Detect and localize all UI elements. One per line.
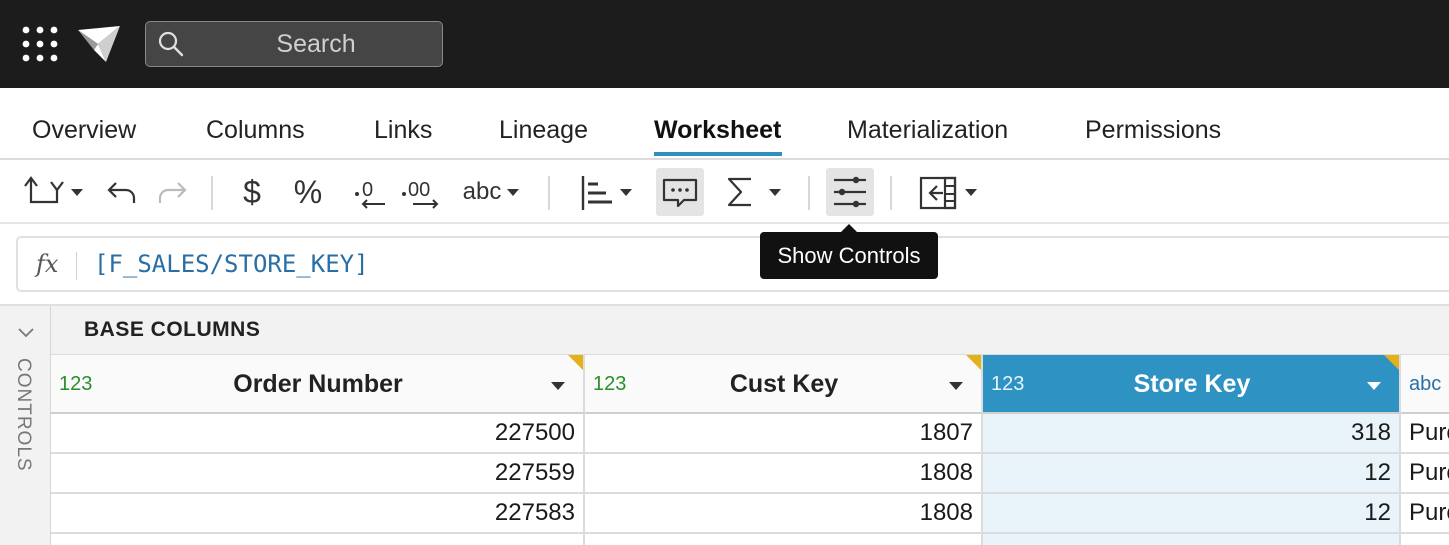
show-controls-button[interactable] — [826, 168, 874, 216]
svg-text:00: 00 — [408, 179, 430, 201]
table-row-partial — [1401, 534, 1449, 545]
increase-decimals-icon: 00 — [399, 172, 443, 212]
active-tab-indicator — [654, 152, 782, 156]
refresh-menu-button[interactable] — [16, 168, 88, 216]
toolbar-divider — [548, 176, 550, 210]
table-cell[interactable]: Purc — [1401, 414, 1449, 454]
formula-bar[interactable]: fx [F_SALES/STORE_KEY] — [16, 236, 1449, 292]
toolbar-divider — [890, 176, 892, 210]
tab-materialization[interactable]: Materialization — [847, 116, 1008, 145]
chevron-down-icon — [17, 326, 35, 344]
table-row-partial — [585, 534, 983, 545]
column-flag-icon — [966, 355, 981, 370]
table-cell[interactable]: Purc — [1401, 494, 1449, 534]
sigma-sum-icon — [725, 175, 755, 209]
column-name: Order Number — [233, 370, 403, 398]
number-type-icon: 123 — [593, 373, 627, 395]
tab-overview[interactable]: Overview — [32, 116, 136, 145]
table-row-partial — [51, 534, 585, 545]
currency-format-button[interactable]: $ — [230, 168, 274, 216]
fx-icon: fx — [36, 250, 59, 278]
refresh-icon — [21, 172, 65, 212]
table-cell[interactable]: 12 — [983, 454, 1401, 494]
controls-sliders-icon — [832, 172, 868, 212]
text-format-label: abc — [462, 178, 502, 205]
tab-worksheet[interactable]: Worksheet — [654, 116, 781, 145]
toolbar-divider — [808, 176, 810, 210]
worksheet-grid-area: CONTROLS BASE COLUMNS 123 Order Number 1… — [0, 304, 1449, 545]
tab-permissions[interactable]: Permissions — [1085, 116, 1221, 145]
chevron-down-icon[interactable] — [949, 382, 963, 390]
search-icon — [158, 31, 184, 57]
increase-decimals-button[interactable]: 00 — [398, 168, 444, 216]
svg-text:0: 0 — [362, 179, 373, 201]
table-cell[interactable]: 227559 — [51, 454, 585, 494]
table-row-partial — [983, 534, 1401, 545]
formula-input[interactable]: [F_SALES/STORE_KEY] — [94, 250, 369, 278]
currency-label: $ — [243, 173, 261, 210]
text-format-menu-button[interactable]: abc — [454, 168, 528, 216]
table-cell[interactable]: 12 — [983, 494, 1401, 534]
summary-menu-button[interactable] — [718, 168, 788, 216]
align-menu-button[interactable] — [570, 168, 640, 216]
decrease-decimals-icon: 0 — [349, 172, 389, 212]
column-name: Cust Key — [729, 370, 839, 398]
comments-button[interactable] — [656, 168, 704, 216]
table-cell[interactable]: 1808 — [585, 494, 983, 534]
column-header-cust-key[interactable]: 123 Cust Key — [585, 354, 983, 414]
undo-button[interactable] — [102, 168, 142, 216]
tab-columns[interactable]: Columns — [206, 116, 305, 145]
tab-links[interactable]: Links — [374, 116, 432, 145]
column-header-order-number[interactable]: 123 Order Number — [51, 354, 585, 414]
chevron-down-icon — [620, 188, 632, 196]
column-panel-menu-button[interactable] — [910, 168, 982, 216]
tab-bar: Overview Columns Links Lineage Worksheet… — [0, 88, 1449, 160]
search-box[interactable] — [145, 21, 443, 67]
controls-panel-toggle[interactable]: CONTROLS — [0, 306, 51, 545]
chevron-down-icon — [71, 188, 83, 196]
top-bar — [0, 0, 1449, 88]
chevron-down-icon — [507, 188, 520, 196]
column-name: Store Key — [1133, 370, 1251, 398]
table-cell[interactable]: 1808 — [585, 454, 983, 494]
controls-label: CONTROLS — [13, 358, 34, 472]
search-input[interactable] — [206, 28, 426, 60]
formula-divider — [76, 252, 77, 280]
column-panel-icon — [915, 172, 959, 212]
column-flag-icon — [568, 355, 583, 370]
sigma-logo-icon[interactable] — [76, 24, 122, 64]
number-type-icon: 123 — [59, 373, 93, 395]
grid-apps-icon[interactable] — [22, 26, 58, 62]
table-cell[interactable]: 227583 — [51, 494, 585, 534]
table-cell[interactable]: Purc — [1401, 454, 1449, 494]
percent-format-button[interactable]: % — [286, 168, 330, 216]
toolbar-divider — [211, 176, 213, 210]
tab-lineage[interactable]: Lineage — [499, 116, 588, 145]
column-flag-icon — [1384, 355, 1399, 370]
table-cell[interactable]: 1807 — [585, 414, 983, 454]
redo-icon — [156, 177, 188, 207]
chevron-down-icon[interactable] — [1367, 382, 1381, 390]
chevron-down-icon[interactable] — [551, 382, 565, 390]
decrease-decimals-button[interactable]: 0 — [346, 168, 392, 216]
section-title: BASE COLUMNS — [84, 318, 261, 341]
comment-icon — [660, 172, 700, 212]
toolbar: $ % 0 00 abc — [0, 160, 1449, 224]
percent-label: % — [293, 173, 323, 210]
column-header-text[interactable]: abc — [1401, 354, 1449, 414]
chevron-down-icon — [965, 188, 977, 196]
number-type-icon: 123 — [991, 373, 1025, 395]
column-header-store-key[interactable]: 123 Store Key — [983, 354, 1401, 414]
text-type-icon: abc — [1409, 373, 1442, 395]
undo-icon — [106, 177, 138, 207]
show-controls-tooltip: Show Controls — [760, 232, 938, 279]
chevron-down-icon — [769, 188, 781, 196]
table-cell[interactable]: 318 — [983, 414, 1401, 454]
table-cell[interactable]: 227500 — [51, 414, 585, 454]
redo-button[interactable] — [152, 168, 192, 216]
align-left-icon — [578, 172, 614, 212]
